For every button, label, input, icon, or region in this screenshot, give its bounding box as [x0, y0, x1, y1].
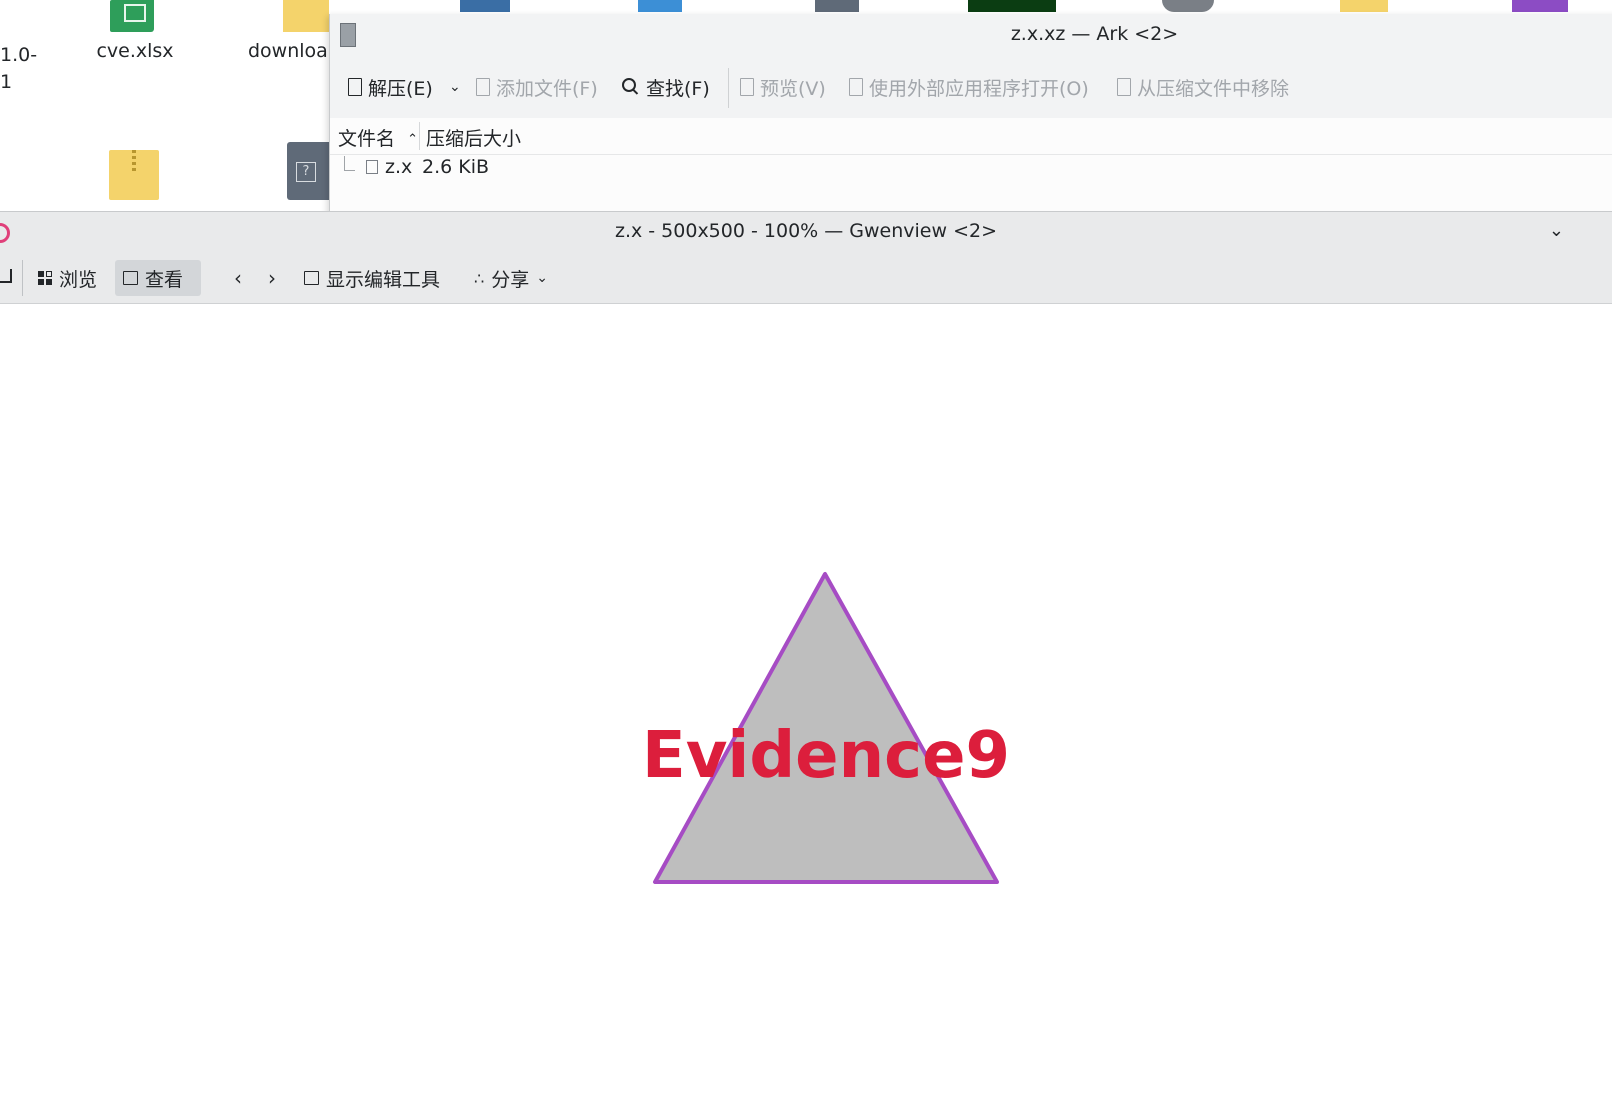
share-button[interactable]: ∴ 分享 ⌄: [466, 260, 556, 296]
desktop-icon-label-line: 1.0-: [0, 44, 38, 66]
open-external-button[interactable]: 使用外部应用程序打开(O): [849, 70, 1089, 104]
tree-branch-line: [344, 156, 355, 171]
toolbar-separator: [22, 260, 23, 296]
partial-icon[interactable]: [460, 0, 510, 12]
preview-icon: [740, 78, 754, 96]
desktop-icon-label-line: 1: [0, 71, 13, 93]
extract-label: 解压(E): [368, 77, 433, 100]
unknown-file-icon[interactable]: ?: [287, 142, 329, 200]
column-header-name[interactable]: 文件名 ⌃: [338, 124, 418, 151]
grid-icon: [38, 271, 52, 285]
partial-terminal-icon[interactable]: [968, 0, 1056, 12]
desktop-icon-label: cve.xlsx: [96, 40, 174, 62]
remove-label: 从压缩文件中移除: [1137, 77, 1290, 100]
partial-folder-icon[interactable]: [1340, 0, 1388, 12]
image-text: Evidence9: [642, 719, 1010, 793]
home-icon[interactable]: [0, 269, 12, 283]
extract-button[interactable]: 解压(E): [348, 70, 433, 104]
add-file-icon: [476, 78, 490, 96]
show-edit-tools-button[interactable]: 显示编辑工具: [296, 260, 448, 296]
view-button[interactable]: 查看: [115, 260, 201, 296]
edit-image-icon: [304, 271, 319, 285]
chevron-right-icon: ›: [268, 266, 276, 290]
desktop-icon-label: downloa: [248, 40, 328, 62]
file-size-cell: 2.6 KiB: [422, 156, 490, 178]
find-label: 查找(F): [646, 77, 710, 100]
file-list-row[interactable]: z.x 2.6 KiB: [330, 156, 1612, 190]
displayed-image: Evidence9: [642, 572, 1010, 884]
toolbar-separator: [728, 68, 729, 108]
unknown-file-icon: [366, 160, 378, 174]
add-file-button[interactable]: 添加文件(F): [476, 70, 598, 104]
browse-button[interactable]: 浏览: [30, 260, 105, 296]
partial-disc-icon[interactable]: [1162, 0, 1214, 12]
preview-button[interactable]: 预览(V): [740, 70, 826, 104]
browse-label: 浏览: [59, 268, 98, 291]
add-file-label: 添加文件(F): [496, 77, 598, 100]
column-divider[interactable]: [419, 122, 420, 150]
partial-folder-icon[interactable]: [283, 0, 329, 32]
remove-from-archive-button[interactable]: 从压缩文件中移除: [1117, 70, 1289, 104]
find-button[interactable]: 查找(F): [622, 70, 710, 104]
preview-label: 预览(V): [760, 77, 826, 100]
extract-menu-chevron[interactable]: ⌄: [449, 70, 461, 104]
previous-button[interactable]: ‹: [226, 260, 250, 296]
partial-icon[interactable]: [1512, 0, 1568, 12]
desktop-icon-label[interactable]: 1.0- 1: [0, 42, 37, 96]
window-menu-chevron-icon[interactable]: ⌄: [1549, 220, 1564, 241]
sort-ascending-icon: ⌃: [407, 132, 418, 147]
ark-window: z.x.xz — Ark <2> 解压(E) ⌄ 添加文件(F) 查找(F) 预…: [329, 14, 1612, 230]
gwenview-window: z.x - 500x500 - 100% — Gwenview <2> ⌄ 浏览…: [0, 211, 1612, 1118]
image-view-canvas[interactable]: Evidence9: [0, 304, 1612, 1118]
archive-folder-icon[interactable]: [109, 150, 159, 200]
open-external-icon: [849, 78, 863, 96]
gwenview-toolbar: 浏览 查看 ‹ › 显示编辑工具 ∴ 分享 ⌄: [0, 252, 1612, 304]
share-label: 分享: [491, 268, 530, 291]
open-external-label: 使用外部应用程序打开(O): [869, 77, 1089, 100]
partial-globe-icon[interactable]: [638, 0, 682, 12]
ark-toolbar: 解压(E) ⌄ 添加文件(F) 查找(F) 预览(V) 使用外部应用程序打开(O…: [330, 56, 1612, 119]
spreadsheet-icon: [112, 0, 154, 32]
next-button[interactable]: ›: [260, 260, 284, 296]
ark-titlebar[interactable]: z.x.xz — Ark <2>: [330, 14, 1612, 56]
chevron-down-icon: ⌄: [536, 270, 548, 286]
column-header-size[interactable]: 压缩后大小: [426, 124, 521, 151]
chevron-down-icon: ⌄: [449, 79, 461, 95]
extract-icon: [348, 78, 362, 96]
file-name-cell: z.x: [385, 156, 413, 178]
gwenview-titlebar[interactable]: z.x - 500x500 - 100% — Gwenview <2> ⌄: [0, 212, 1612, 252]
column-header-name-label: 文件名: [338, 128, 396, 150]
show-edit-tools-label: 显示编辑工具: [326, 268, 441, 291]
gwenview-window-title: z.x - 500x500 - 100% — Gwenview <2>: [614, 220, 997, 242]
ark-window-title: z.x.xz — Ark <2>: [1010, 23, 1179, 45]
search-icon: [622, 78, 636, 92]
view-label: 查看: [145, 268, 184, 291]
file-list-header: 文件名 ⌃ 压缩后大小: [330, 118, 1612, 155]
image-icon: [123, 271, 138, 285]
remove-icon: [1117, 78, 1131, 96]
share-icon: ∴: [474, 268, 485, 288]
chevron-left-icon: ‹: [234, 266, 242, 290]
partial-unknown-file-icon[interactable]: [815, 0, 859, 12]
